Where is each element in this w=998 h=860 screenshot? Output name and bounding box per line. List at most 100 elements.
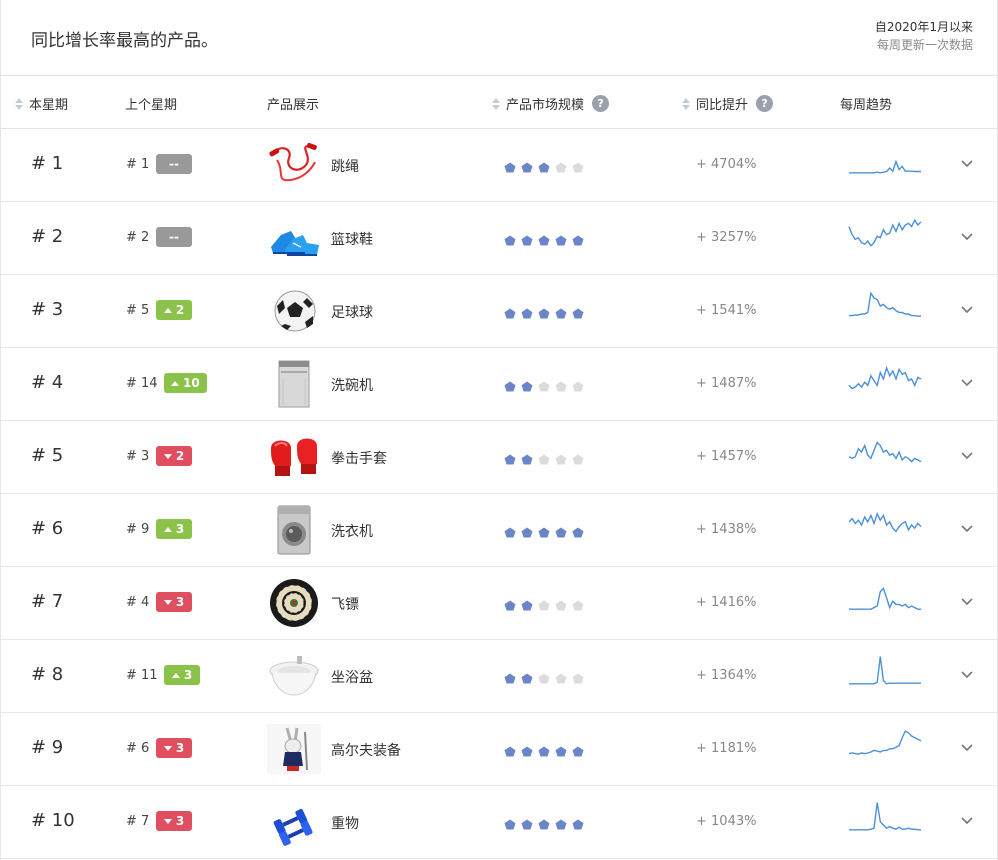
rank-change-value: -- [169,157,179,171]
table-row[interactable]: # 1 # 1 -- 跳绳 + 4704% [1,129,998,202]
trend-line [849,291,921,317]
star-empty-icon [538,450,555,469]
chevron-down-icon[interactable] [960,524,974,534]
star-filled-icon [521,815,538,834]
chevron-down-icon[interactable] [960,743,974,753]
help-icon[interactable]: ? [756,95,774,112]
help-icon[interactable]: ? [592,95,610,112]
table-row[interactable]: # 6 # 9 3 洗衣机 + 1438% [1,494,998,567]
column-weekly-trend: 每周趋势 [840,94,892,113]
product-name[interactable]: 洗衣机 [331,521,373,541]
previous-rank: # 11 [126,668,158,683]
column-growth[interactable]: 同比提升 ? [682,94,774,113]
product-name[interactable]: 拳击手套 [331,448,387,468]
table-row[interactable]: # 9 # 6 3 高尔夫装备 + 1181% [1,713,998,786]
product-name[interactable]: 跳绳 [331,156,359,176]
product-name[interactable]: 足球球 [331,302,373,322]
arrow-up-icon [163,307,172,313]
table-row[interactable]: # 5 # 3 2 拳击手套 + 1457% [1,421,998,494]
growth-value: + 1438% [696,522,757,537]
chevron-down-icon[interactable] [960,305,974,315]
column-this-week[interactable]: 本星期 [15,94,68,113]
market-size-rating [504,304,589,323]
table-row[interactable]: # 4 # 14 10 洗碗机 + 1487% [1,348,998,421]
sort-icon [492,97,500,110]
star-empty-icon [538,596,555,615]
star-filled-icon [521,158,538,177]
current-rank: # 3 [31,299,64,320]
star-filled-icon [555,742,572,761]
chevron-down-icon[interactable] [960,159,974,169]
chevron-down-icon[interactable] [960,816,974,826]
column-last-week: 上个星期 [125,94,177,113]
star-filled-icon [504,523,521,542]
rank-change-value: 3 [175,595,185,609]
chevron-down-icon[interactable] [960,232,974,242]
star-filled-icon [555,523,572,542]
star-empty-icon [555,450,572,469]
star-filled-icon [555,815,572,834]
table-row[interactable]: # 3 # 5 2 足球球 + 1541% [1,275,998,348]
chevron-down-icon[interactable] [960,378,974,388]
table-row[interactable]: # 10 # 7 3 重物 + 1043% [1,786,998,859]
chevron-down-icon[interactable] [960,670,974,680]
previous-rank: # 4 [126,595,150,610]
update-frequency: 每周更新一次数据 [876,38,973,52]
growth-value: + 1487% [696,376,757,391]
previous-rank: # 7 [126,814,150,829]
dumbbells-icon [267,797,321,847]
star-empty-icon [572,377,589,396]
chevron-down-icon[interactable] [960,451,974,461]
product-name[interactable]: 洗碗机 [331,375,373,395]
product-name[interactable]: 坐浴盆 [331,667,373,687]
bidet-icon [267,651,321,701]
star-filled-icon [538,304,555,323]
rank-change-value: 2 [175,303,185,317]
column-market-size[interactable]: 产品市场规模 ? [492,94,610,113]
product-name[interactable]: 飞镖 [331,594,359,614]
product-name[interactable]: 高尔夫装备 [331,740,401,760]
star-filled-icon [572,523,589,542]
table-row[interactable]: # 2 # 2 -- 篮球鞋 + 3257% [1,202,998,275]
trend-line [848,218,922,247]
table-header: 本星期 上个星期 产品展示 产品市场规模 ? 同比提升 ? 每周趋势 [1,76,998,129]
star-filled-icon [504,304,521,323]
star-empty-icon [538,669,555,688]
rank-change-badge: 3 [156,519,192,539]
product-name[interactable]: 篮球鞋 [331,229,373,249]
weekly-trend-sparkline [849,656,921,685]
star-filled-icon [504,377,521,396]
market-size-rating [504,231,589,250]
current-rank: # 10 [31,810,75,831]
soccer-ball-icon [267,286,321,336]
panel-header: 同比增长率最高的产品。 自2020年1月以来 每周更新一次数据 [1,0,998,76]
column-product-label: 产品展示 [267,98,320,113]
arrow-down-icon [163,453,172,459]
arrow-down-icon [163,599,172,605]
star-empty-icon [572,158,589,177]
product-growth-panel: 同比增长率最高的产品。 自2020年1月以来 每周更新一次数据 本星期 上个星期… [0,0,998,860]
table-row[interactable]: # 8 # 11 3 坐浴盆 + 1364% [1,640,998,713]
star-filled-icon [538,158,555,177]
previous-rank: # 5 [126,303,150,318]
rank-change-value: 10 [183,376,200,390]
growth-value: + 1364% [696,668,757,683]
market-size-rating [504,815,589,834]
growth-value: + 1043% [696,814,757,829]
dishwasher-icon [267,359,321,409]
current-rank: # 6 [31,518,64,539]
rank-change-value: -- [169,230,179,244]
sort-icon [682,97,690,110]
growth-value: + 4704% [696,157,757,172]
chevron-down-icon[interactable] [960,597,974,607]
sort-icon [15,97,23,110]
product-name[interactable]: 重物 [331,813,359,833]
date-range-info: 自2020年1月以来 每周更新一次数据 [875,18,973,54]
table-row[interactable]: # 7 # 4 3 飞镖 + 1416% [1,567,998,640]
arrow-up-icon [171,672,180,678]
growth-value: + 1416% [696,595,757,610]
trend-line [848,730,922,755]
rank-change-badge: 2 [156,446,192,466]
star-filled-icon [572,742,589,761]
jump-rope-icon [267,140,321,190]
